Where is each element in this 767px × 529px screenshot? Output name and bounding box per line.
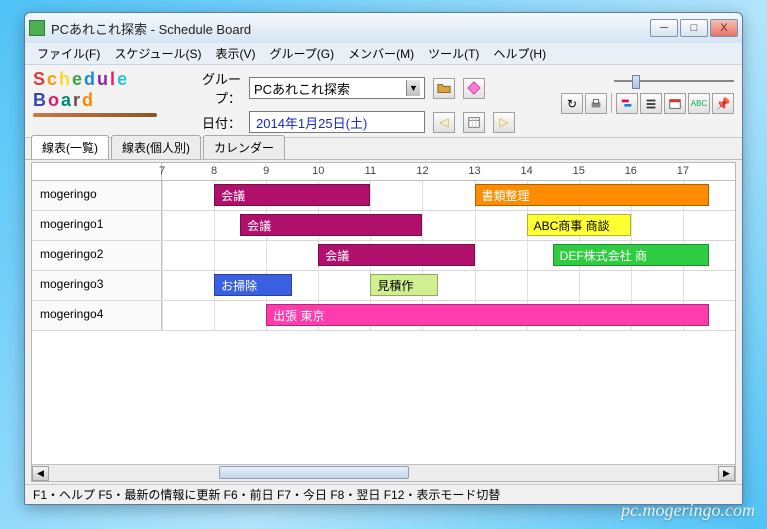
open-folder-button[interactable] [433,78,455,99]
view-calendar-button[interactable] [664,93,686,114]
schedule-event[interactable]: 見積作 [370,274,438,296]
hour-label: 16 [625,165,637,177]
hour-label: 17 [677,165,689,177]
hour-label: 12 [416,165,428,177]
view-gantt-button[interactable] [616,93,638,114]
app-window: PCあれこれ探索 - Schedule Board ─ □ X ファイル(F) … [24,12,743,505]
schedule-row: mogeringo2 会議 DEF株式会社 商 [32,241,735,271]
toolbar: Schedule Board グループ： PCあれこれ探索 ▼ 日付： 2014… [25,65,742,138]
menu-schedule[interactable]: スケジュール(S) [108,43,207,64]
schedule-sheet: 7891011121314151617 mogeringo会議書類整理moger… [31,162,736,482]
time-header: 7 8 9 10 11 12 13 14 15 16 17 [32,163,735,181]
member-name: mogeringo1 [32,211,162,240]
view-list-button[interactable] [640,93,662,114]
tab-personal[interactable]: 線表(個人別) [111,135,201,159]
menu-help[interactable]: ヘルプ(H) [487,43,552,64]
member-name: mogeringo2 [32,241,162,270]
member-name: mogeringo [32,181,162,210]
pink-diamond-button[interactable] [463,78,485,99]
titlebar[interactable]: PCあれこれ探索 - Schedule Board ─ □ X [25,13,742,43]
hour-label: 7 [159,165,165,177]
next-day-button[interactable]: ▷ [493,112,515,133]
tab-calendar[interactable]: カレンダー [203,135,285,159]
member-name: mogeringo4 [32,301,162,330]
zoom-slider[interactable] [614,73,734,89]
tab-overview[interactable]: 線表(一覧) [31,135,109,159]
hour-label: 13 [468,165,480,177]
scroll-left-icon[interactable]: ◀ [32,466,49,481]
hour-label: 11 [365,165,376,177]
group-label: グループ： [185,69,241,107]
refresh-button[interactable]: ↻ [561,93,583,114]
schedule-event[interactable]: お掃除 [214,274,292,296]
view-abc-button[interactable]: ABC [688,93,710,114]
menubar: ファイル(F) スケジュール(S) 表示(V) グループ(G) メンバー(M) … [25,43,742,65]
schedule-grid[interactable]: mogeringo会議書類整理mogeringo1会議ABC商事 商談moger… [32,181,735,464]
app-icon [29,20,45,36]
dropdown-arrow-icon: ▼ [406,80,420,96]
status-text: F1・ヘルプ F5・最新の情報に更新 F6・前日 F7・今日 F8・翌日 F12… [33,486,500,503]
schedule-event[interactable]: DEF株式会社 商 [553,244,709,266]
scroll-thumb[interactable] [219,466,409,479]
horizontal-scrollbar[interactable]: ◀ ▶ [32,464,735,481]
prev-day-button[interactable]: ◁ [433,112,455,133]
menu-group[interactable]: グループ(G) [264,43,341,64]
minimize-button[interactable]: ─ [650,19,678,37]
schedule-event[interactable]: 書類整理 [475,184,709,206]
member-name: mogeringo3 [32,271,162,300]
watermark: pc.mogeringo.com [621,500,755,521]
schedule-event[interactable]: 会議 [214,184,370,206]
hour-label: 9 [263,165,269,177]
group-value: PCあれこれ探索 [254,79,350,98]
hour-label: 15 [573,165,585,177]
schedule-row: mogeringo 会議 書類整理 [32,181,735,211]
hour-label: 14 [521,165,533,177]
print-button[interactable] [585,93,607,114]
view-tabs: 線表(一覧) 線表(個人別) カレンダー [25,138,742,160]
group-select[interactable]: PCあれこれ探索 ▼ [249,77,425,99]
menu-member[interactable]: メンバー(M) [342,43,420,64]
date-label: 日付： [185,113,241,132]
window-title: PCあれこれ探索 - Schedule Board [51,19,650,38]
scroll-right-icon[interactable]: ▶ [718,466,735,481]
pin-button[interactable]: 📌 [712,93,734,114]
close-button[interactable]: X [710,19,738,37]
app-logo: Schedule Board [33,69,171,113]
hour-label: 8 [211,165,217,177]
date-field[interactable]: 2014年1月25日(土) [249,111,425,133]
menu-tool[interactable]: ツール(T) [422,43,485,64]
schedule-row: mogeringo4 出張 東京 [32,301,735,331]
schedule-row: mogeringo1 会議 ABC商事 商談 [32,211,735,241]
menu-view[interactable]: 表示(V) [210,43,262,64]
today-button[interactable] [463,112,485,133]
hour-label: 10 [312,165,324,177]
menu-file[interactable]: ファイル(F) [31,43,106,64]
schedule-event[interactable]: ABC商事 商談 [527,214,631,236]
schedule-event[interactable]: 会議 [318,244,474,266]
schedule-event[interactable]: 出張 東京 [266,304,709,326]
maximize-button[interactable]: □ [680,19,708,37]
schedule-row: mogeringo3 お掃除 見積作 [32,271,735,301]
schedule-event[interactable]: 会議 [240,214,422,236]
